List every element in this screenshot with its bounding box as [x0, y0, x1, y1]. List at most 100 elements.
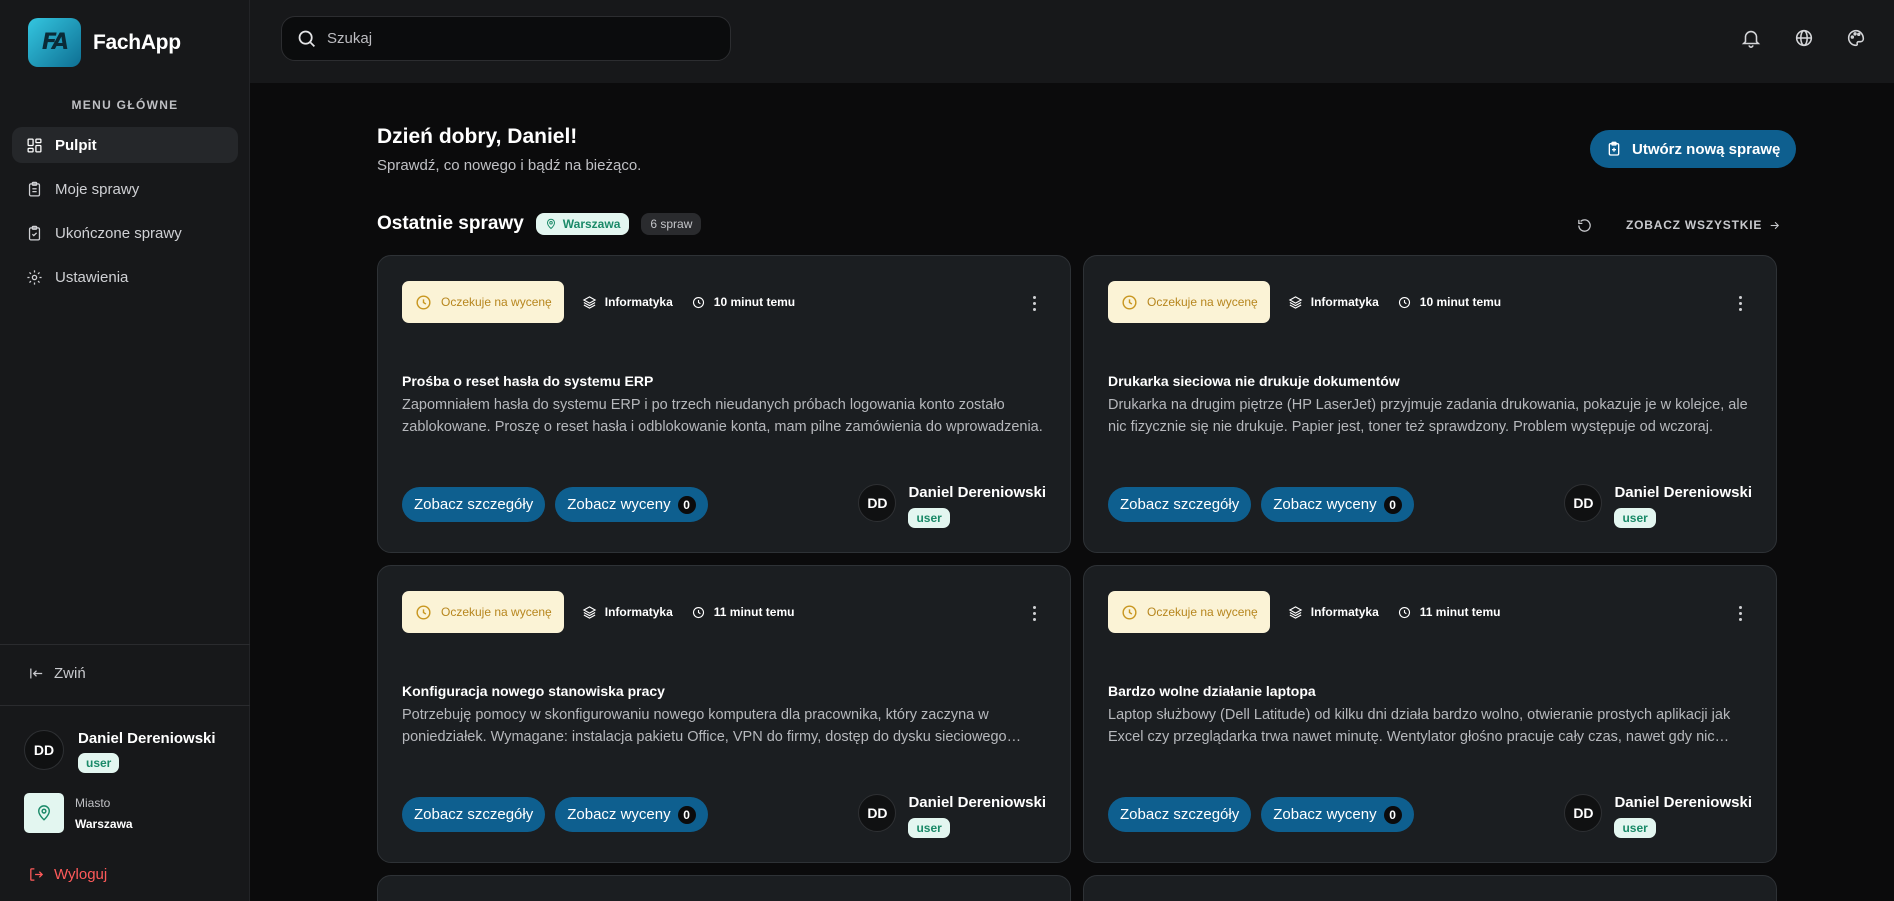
layers-icon [1288, 295, 1303, 309]
card-description: Zapomniałem hasła do systemu ERP i po tr… [402, 397, 1043, 435]
clock-icon [416, 294, 431, 310]
theme-button[interactable] [1845, 27, 1867, 49]
collapse-label: Zwiń [54, 665, 86, 682]
view-details-button[interactable]: Zobacz szczegóły [1108, 487, 1252, 522]
city-value: Warszawa [75, 816, 133, 831]
sidebar-item-label: Ukończone sprawy [55, 224, 182, 242]
sidebar-item-moje-sprawy[interactable]: Moje sprawy [12, 171, 238, 207]
collapse-icon [30, 668, 43, 679]
city-info: Miasto Warszawa [24, 793, 133, 833]
view-quotes-label: Zobacz wyceny [567, 806, 671, 823]
app-name: FachApp [93, 30, 181, 54]
card-actions: Zobacz szczegóły Zobacz wyceny 0 [402, 797, 708, 832]
view-quotes-button[interactable]: Zobacz wyceny 0 [1261, 487, 1414, 522]
sidebar-item-ustawienia[interactable]: Ustawienia [12, 259, 238, 295]
view-quotes-label: Zobacz wyceny [567, 496, 671, 513]
page-title: Dzień dobry, Daniel! [377, 125, 578, 148]
case-card [1083, 875, 1777, 901]
clock-icon [692, 296, 704, 308]
author-name: Daniel Dereniowski [1614, 484, 1752, 501]
avatar: DD [858, 484, 897, 522]
logout-icon [30, 868, 44, 881]
category-label: Informatyka [604, 605, 673, 619]
avatar: DD [1564, 484, 1603, 522]
view-details-button[interactable]: Zobacz szczegóły [402, 797, 546, 832]
layers-icon [1288, 605, 1303, 619]
card-title: Prośba o reset hasła do systemu ERP [402, 373, 654, 389]
bell-icon [1741, 30, 1761, 48]
location-badge-label: Warszawa [562, 217, 621, 231]
sidebar-item-ukonczone-sprawy[interactable]: Ukończone sprawy [12, 215, 238, 251]
count-badge: 6 spraw [641, 213, 702, 235]
time-label: 10 minut temu [713, 295, 796, 309]
arrow-right-icon [1770, 221, 1780, 229]
view-quotes-button[interactable]: Zobacz wyceny 0 [555, 487, 708, 522]
create-case-button[interactable]: Utwórz nową sprawę [1590, 130, 1797, 168]
case-card: Oczekuje na wycenę Informatyka 10 minut … [377, 255, 1071, 553]
category: Informatyka [1288, 605, 1379, 620]
author-name: Daniel Dereniowski [1614, 794, 1752, 811]
see-all-link[interactable]: ZOBACZ WSZYSTKIE [1626, 218, 1781, 232]
divider [0, 705, 250, 706]
location-badge: Warszawa [535, 213, 630, 235]
case-card: Oczekuje na wycenę Informatyka 10 minut … [1083, 255, 1777, 553]
refresh-icon [1578, 219, 1591, 232]
card-title: Bardzo wolne działanie laptopa [1108, 683, 1316, 699]
category: Informatyka [582, 295, 673, 310]
dashboard-icon [27, 137, 42, 153]
notifications-button[interactable] [1740, 27, 1762, 49]
card-title: Drukarka sieciowa nie drukuje dokumentów [1108, 373, 1400, 389]
sidebar-item-pulpit[interactable]: Pulpit [12, 127, 238, 163]
section-title: Ostatnie sprawy [377, 213, 524, 234]
clipboard-check-icon [28, 225, 41, 241]
avatar: DD [1564, 794, 1603, 832]
card-description: Drukarka na drugim piętrze (HP LaserJet)… [1108, 397, 1748, 435]
view-quotes-button[interactable]: Zobacz wyceny 0 [555, 797, 708, 832]
view-quotes-button[interactable]: Zobacz wyceny 0 [1261, 797, 1414, 832]
view-details-button[interactable]: Zobacz szczegóły [402, 487, 546, 522]
sidebar-user: DD Daniel Dereniowski user [24, 730, 216, 773]
view-quotes-label: Zobacz wyceny [1273, 496, 1377, 513]
card-author: DD Daniel Dereniowski user [1564, 484, 1752, 528]
brand[interactable]: FA FachApp [28, 18, 181, 67]
avatar: DD [858, 794, 897, 832]
more-options-icon[interactable] [1033, 296, 1036, 311]
collapse-button[interactable]: Zwiń [28, 665, 86, 682]
quotes-count-badge: 0 [677, 805, 696, 824]
role-badge: user [908, 818, 950, 838]
logout-label: Wyloguj [54, 866, 108, 883]
clock-icon [1398, 296, 1410, 308]
card-actions: Zobacz szczegóły Zobacz wyceny 0 [402, 487, 708, 522]
status-label: Oczekuje na wycenę [1147, 605, 1258, 619]
search-box[interactable] [281, 16, 731, 61]
refresh-button[interactable] [1576, 217, 1593, 239]
sidebar-nav: Pulpit Moje sprawy Ukończone sprawy Usta… [12, 127, 238, 303]
layers-icon [582, 295, 597, 309]
globe-icon [1795, 29, 1813, 47]
clock-icon [416, 604, 431, 620]
card-actions: Zobacz szczegóły Zobacz wyceny 0 [1108, 487, 1414, 522]
status-badge: Oczekuje na wycenę [402, 281, 564, 323]
more-options-icon[interactable] [1739, 606, 1742, 621]
app-logo: FA [28, 18, 81, 67]
role-badge: user [78, 753, 120, 773]
case-card: Oczekuje na wycenę Informatyka 11 minut … [377, 565, 1071, 863]
clipboard-icon [28, 181, 41, 197]
view-details-button[interactable]: Zobacz szczegóły [1108, 797, 1252, 832]
divider [0, 644, 250, 645]
card-meta: Oczekuje na wycenę Informatyka 10 minut … [1108, 281, 1501, 323]
card-actions: Zobacz szczegóły Zobacz wyceny 0 [1108, 797, 1414, 832]
status-badge: Oczekuje na wycenę [402, 591, 564, 633]
menu-title: MENU GŁÓWNE [71, 98, 179, 112]
clock-icon [1398, 606, 1410, 618]
card-description: Laptop służbowy (Dell Latitude) od kilku… [1108, 707, 1731, 745]
status-badge: Oczekuje na wycenę [1108, 591, 1270, 633]
language-button[interactable] [1793, 27, 1815, 49]
card-description: Potrzebuję pomocy w skonfigurowaniu nowe… [402, 707, 1007, 745]
topbar [250, 0, 1894, 83]
more-options-icon[interactable] [1739, 296, 1742, 311]
logout-button[interactable]: Wyloguj [28, 866, 107, 883]
category-label: Informatyka [604, 295, 673, 309]
search-input[interactable] [327, 30, 707, 47]
more-options-icon[interactable] [1033, 606, 1036, 621]
